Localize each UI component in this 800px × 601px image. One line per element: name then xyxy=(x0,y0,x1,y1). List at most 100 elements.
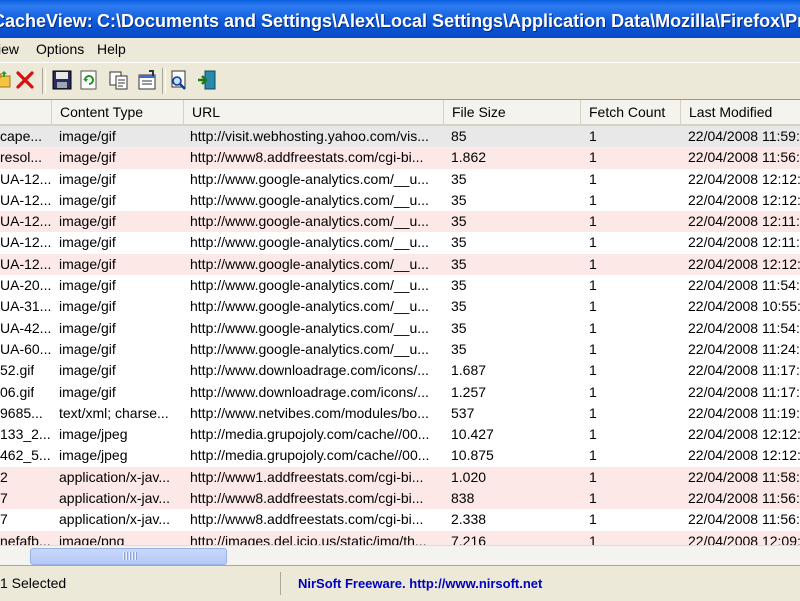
column-filename[interactable] xyxy=(0,100,52,124)
cell-filename: 462_5... xyxy=(0,447,51,464)
table-row[interactable]: 2 application/x-jav... http://www1.addfree… xyxy=(0,466,800,489)
horizontal-scrollbar[interactable] xyxy=(0,545,800,565)
cell-url: http://media.grupojoly.com/cache//00... xyxy=(190,426,430,443)
cell-filename: UA-60... xyxy=(0,340,52,357)
cell-file-size: 35 xyxy=(451,255,467,272)
exit-icon[interactable] xyxy=(196,69,218,91)
cell-filename: UA-12... xyxy=(0,255,52,272)
properties-icon[interactable] xyxy=(136,69,158,91)
table-row[interactable]: UA-12... image/gif http://www.google-analy… xyxy=(0,253,800,276)
delete-icon[interactable] xyxy=(14,69,36,91)
cell-file-size: 85 xyxy=(451,128,467,144)
table-row[interactable]: UA-31... image/gif http://www.google-analy… xyxy=(0,296,800,317)
table-row[interactable]: UA-12... image/gif http://www.google-analy… xyxy=(0,211,800,233)
cell-url: http://www8.addfreestats.com/cgi-bi... xyxy=(190,490,424,507)
cell-last-modified: 22/04/2008 11:56: xyxy=(688,490,800,507)
table-row[interactable]: UA-12... image/gif http://www.google-analy… xyxy=(0,232,800,253)
list-header: Content Type URL File Size Fetch Count L… xyxy=(0,100,800,126)
column-last-modified[interactable]: Last Modified xyxy=(681,100,800,124)
table-row[interactable]: UA-12... image/gif http://www.google-analy… xyxy=(0,190,800,211)
table-row[interactable]: 9685... text/xml; charse... http://www.net… xyxy=(0,403,800,424)
cell-url: http://visit.webhosting.yahoo.com/vis... xyxy=(190,128,429,144)
table-row[interactable]: resol... image/gif http://www8.addfreestat… xyxy=(0,147,800,169)
table-row[interactable]: UA-60... image/gif http://www.google-analy… xyxy=(0,339,800,360)
cell-fetch-count: 1 xyxy=(589,234,597,251)
cell-fetch-count: 1 xyxy=(589,404,597,421)
cell-last-modified: 22/04/2008 11:54: xyxy=(688,319,800,336)
table-row[interactable]: nefafb... image/png http://images.del.icio… xyxy=(0,530,800,546)
window-path: C:\Documents and Settings\Alex\Local Set… xyxy=(97,11,800,31)
menu-view[interactable]: iew xyxy=(0,41,19,57)
column-file-size[interactable]: File Size xyxy=(444,100,581,124)
table-row[interactable]: 7 application/x-jav... http://www8.addfree… xyxy=(0,509,800,530)
cell-file-size: 35 xyxy=(451,234,467,251)
menu-help[interactable]: Help xyxy=(97,41,126,57)
cell-content-type: image/gif xyxy=(59,170,116,187)
refresh-icon[interactable] xyxy=(78,69,100,91)
cell-last-modified: 22/04/2008 11:54: xyxy=(688,277,800,294)
table-row[interactable]: 06.gif image/gif http://www.downloadrage.c… xyxy=(0,382,800,403)
scrollbar-grip-icon xyxy=(123,552,137,560)
cell-fetch-count: 1 xyxy=(589,170,597,187)
cell-filename: UA-20... xyxy=(0,277,52,294)
cell-fetch-count: 1 xyxy=(589,149,597,166)
save-icon[interactable] xyxy=(51,69,73,91)
table-row[interactable]: 52.gif image/gif http://www.downloadrage.c… xyxy=(0,360,800,381)
table-row[interactable]: 133_2... image/jpeg http://media.grupojoly… xyxy=(0,424,800,445)
status-bar: 1 Selected NirSoft Freeware. http://www.… xyxy=(0,565,800,601)
cell-last-modified: 22/04/2008 11:24: xyxy=(688,340,800,357)
cell-filename: UA-31... xyxy=(0,298,52,315)
cell-url: http://www.google-analytics.com/__u... xyxy=(190,234,429,251)
cell-filename: 7 xyxy=(0,490,8,507)
cell-url: http://images.del.icio.us/static/img/th.… xyxy=(190,532,427,546)
cell-content-type: image/gif xyxy=(59,128,116,144)
cell-last-modified: 22/04/2008 12:12: xyxy=(688,447,800,464)
scrollbar-thumb[interactable] xyxy=(30,548,227,565)
cell-file-size: 35 xyxy=(451,170,467,187)
cell-url: http://www1.addfreestats.com/cgi-bi... xyxy=(190,468,424,485)
cell-url: http://www.google-analytics.com/__u... xyxy=(190,298,429,315)
cell-url: http://www.downloadrage.com/icons/... xyxy=(190,362,429,379)
cell-fetch-count: 1 xyxy=(589,340,597,357)
table-row[interactable]: cape... image/gif http://visit.webhosting.… xyxy=(0,126,800,148)
cell-url: http://www.google-analytics.com/__u... xyxy=(190,277,429,294)
cell-filename: nefafb... xyxy=(0,532,51,546)
column-content-type[interactable]: Content Type xyxy=(52,100,184,124)
cell-file-size: 537 xyxy=(451,404,475,421)
table-row[interactable]: UA-12... image/gif http://www.google-analy… xyxy=(0,169,800,190)
nirsoft-link[interactable]: NirSoft Freeware. http://www.nirsoft.net xyxy=(298,572,542,595)
cell-file-size: 1.020 xyxy=(451,468,487,485)
cell-filename: UA-12... xyxy=(0,234,52,251)
find-icon[interactable] xyxy=(168,69,190,91)
cell-fetch-count: 1 xyxy=(589,511,597,528)
open-folder-icon[interactable] xyxy=(0,69,14,91)
table-row[interactable]: 7 application/x-jav... http://www8.addfree… xyxy=(0,488,800,510)
column-fetch-count[interactable]: Fetch Count xyxy=(581,100,681,124)
cell-url: http://www8.addfreestats.com/cgi-bi... xyxy=(190,149,424,166)
cache-list[interactable]: Content Type URL File Size Fetch Count L… xyxy=(0,99,800,546)
cell-fetch-count: 1 xyxy=(589,362,597,379)
cell-file-size: 10.875 xyxy=(451,447,494,464)
cell-filename: 2 xyxy=(0,468,8,485)
cell-file-size: 10.427 xyxy=(451,426,494,443)
cell-content-type: image/gif xyxy=(59,277,116,294)
cell-fetch-count: 1 xyxy=(589,426,597,443)
title-bar[interactable]: CacheView: C:\Documents and Settings\Ale… xyxy=(0,0,800,42)
cell-fetch-count: 1 xyxy=(589,191,597,208)
cell-url: http://www.google-analytics.com/__u... xyxy=(190,191,429,208)
table-row[interactable]: UA-42... image/gif http://www.google-analy… xyxy=(0,318,800,339)
table-row[interactable]: 462_5... image/jpeg http://media.grupojoly… xyxy=(0,445,800,466)
cell-last-modified: 22/04/2008 12:12: xyxy=(688,191,800,208)
cell-filename: UA-42... xyxy=(0,319,52,336)
cell-content-type: image/jpeg xyxy=(59,447,128,464)
cell-file-size: 35 xyxy=(451,213,467,230)
cell-last-modified: 22/04/2008 10:55: xyxy=(688,298,800,315)
menu-options[interactable]: Options xyxy=(36,41,84,57)
cell-url: http://www.netvibes.com/modules/bo... xyxy=(190,404,429,421)
cell-last-modified: 22/04/2008 12:11: xyxy=(688,213,800,230)
copy-icon[interactable] xyxy=(108,69,130,91)
cell-content-type: application/x-jav... xyxy=(59,490,171,507)
table-row[interactable]: UA-20... image/gif http://www.google-analy… xyxy=(0,275,800,296)
cell-last-modified: 22/04/2008 11:56: xyxy=(688,149,800,166)
column-url[interactable]: URL xyxy=(184,100,444,124)
